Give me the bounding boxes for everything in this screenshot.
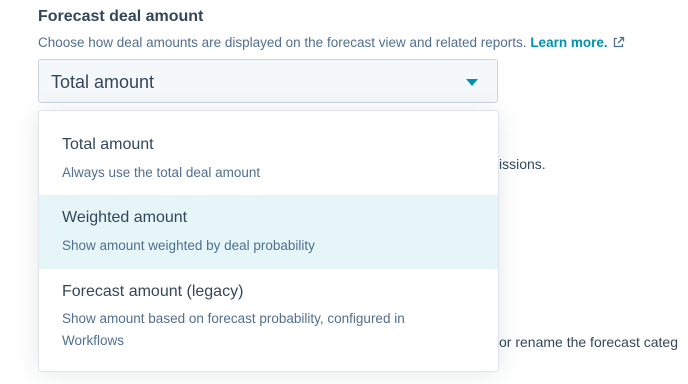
section-description: Choose how deal amounts are displayed on… <box>38 35 625 50</box>
option-forecast-amount-legacy[interactable]: Forecast amount (legacy) Show amount bas… <box>39 269 498 371</box>
option-label: Total amount <box>62 136 154 153</box>
learn-more-label: Learn more. <box>530 35 608 50</box>
option-label: Weighted amount <box>62 209 188 226</box>
external-link-icon <box>613 36 624 48</box>
background-text-permissions: issions. <box>499 156 546 172</box>
option-description: Always use the total deal amount <box>62 165 261 180</box>
forecast-amount-select[interactable]: Total amount <box>38 59 498 103</box>
option-label: Forecast amount (legacy) <box>62 283 244 300</box>
option-description: Show amount based on forecast probabilit… <box>62 311 405 348</box>
caret-down-icon <box>466 79 478 86</box>
select-value: Total amount <box>51 72 155 92</box>
description-text: Choose how deal amounts are displayed on… <box>38 35 527 50</box>
dropdown-menu: Total amount Always use the total deal a… <box>38 110 499 372</box>
section-title: Forecast deal amount <box>38 8 204 25</box>
learn-more-link[interactable]: Learn more. <box>530 35 624 50</box>
option-total-amount[interactable]: Total amount Always use the total deal a… <box>39 111 498 195</box>
option-weighted-amount[interactable]: Weighted amount Show amount weighted by … <box>39 195 498 269</box>
option-description: Show amount weighted by deal probability <box>62 238 315 253</box>
background-text-rename: or rename the forecast categ <box>499 334 678 350</box>
